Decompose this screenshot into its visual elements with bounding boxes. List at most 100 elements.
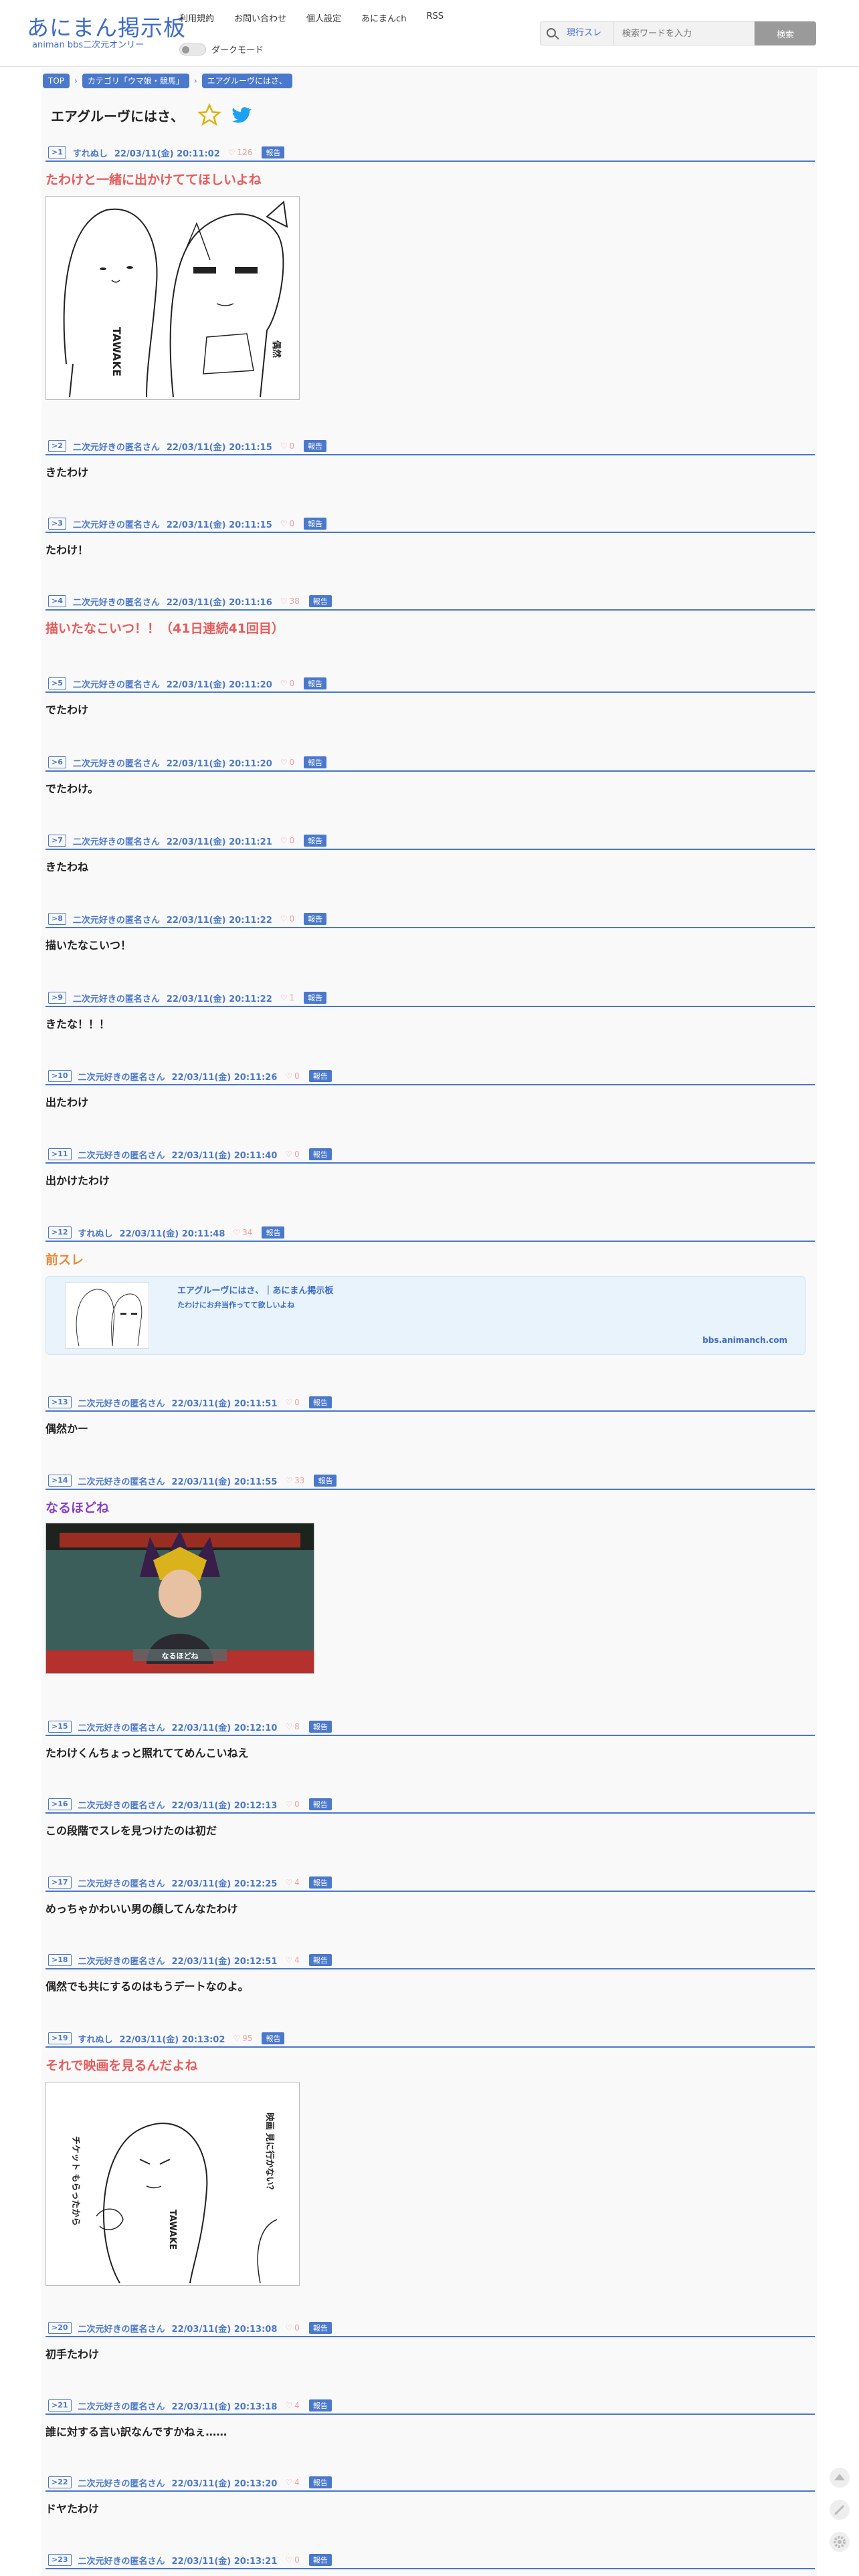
post-date: 22/03/11(金) 20:11:22 [166, 994, 272, 1004]
darkmode-switch[interactable]: ダークモード [179, 43, 264, 56]
nav-terms[interactable]: 利用規約 [179, 11, 214, 24]
report-button[interactable]: 報告 [308, 1721, 332, 1733]
like-button[interactable]: ♡ 0 [285, 1071, 299, 1081]
report-button[interactable]: 報告 [308, 2399, 332, 2411]
report-button[interactable]: 報告 [308, 2476, 332, 2488]
heart-icon: ♡ [280, 679, 288, 688]
report-button[interactable]: 報告 [304, 518, 327, 530]
post-number-link[interactable]: >12 [48, 1226, 72, 1239]
favorite-star-icon[interactable] [197, 103, 221, 127]
post-number-link[interactable]: >22 [48, 2476, 72, 2488]
report-button[interactable]: 報告 [308, 595, 332, 607]
like-button[interactable]: ♡ 4 [285, 1955, 299, 1965]
nav-animanch[interactable]: あにまんch [361, 11, 406, 24]
report-button[interactable]: 報告 [308, 1798, 332, 1810]
search-icon[interactable] [540, 21, 563, 45]
post-number-link[interactable]: >13 [48, 1396, 72, 1408]
search-input[interactable] [614, 21, 755, 45]
like-button[interactable]: ♡ 95 [233, 2034, 252, 2043]
settings-gear-icon[interactable] [830, 2532, 850, 2552]
like-button[interactable]: ♡ 126 [228, 148, 253, 157]
report-button[interactable]: 報告 [308, 1876, 332, 1889]
post-number-link[interactable]: >15 [48, 1721, 72, 1733]
write-post-icon[interactable] [830, 2500, 850, 2520]
post-number-link[interactable]: >6 [48, 756, 66, 768]
report-button[interactable]: 報告 [262, 1226, 285, 1239]
post-number-link[interactable]: >3 [48, 518, 66, 530]
like-button[interactable]: ♡ 0 [285, 1398, 299, 1407]
post-image[interactable]: TAWAKE 偶然 [45, 196, 300, 400]
post-number-link[interactable]: >21 [48, 2399, 72, 2411]
site-logo[interactable]: あにまん掲示板 animan bbs二次元オンリー [27, 16, 186, 51]
darkmode-toggle[interactable] [179, 43, 206, 56]
breadcrumb-thread[interactable]: エアグルーヴにはさ、 [201, 74, 293, 88]
post-number-link[interactable]: >11 [48, 1148, 72, 1160]
post-number-link[interactable]: >20 [48, 2322, 72, 2334]
like-button[interactable]: ♡ 33 [285, 1476, 304, 1485]
report-button[interactable]: 報告 [304, 913, 327, 925]
like-button[interactable]: ♡ 8 [285, 1722, 299, 1731]
like-button[interactable]: ♡ 0 [285, 2555, 299, 2565]
post-number-link[interactable]: >4 [48, 595, 66, 607]
report-button[interactable]: 報告 [308, 1148, 332, 1160]
post-number-link[interactable]: >14 [48, 1475, 72, 1487]
post-image[interactable]: なるほどね [45, 1523, 314, 1674]
post-number-link[interactable]: >9 [48, 992, 66, 1004]
report-button[interactable]: 報告 [262, 146, 285, 158]
nav-contact[interactable]: お問い合わせ [234, 11, 286, 24]
like-button[interactable]: ♡ 0 [280, 519, 294, 528]
search-button[interactable]: 検索 [755, 21, 817, 45]
report-button[interactable]: 報告 [308, 1396, 332, 1408]
like-button[interactable]: ♡ 4 [285, 2478, 299, 2487]
like-button[interactable]: ♡ 0 [280, 914, 294, 924]
logo-title: あにまん掲示板 [27, 15, 186, 41]
like-button[interactable]: ♡ 0 [280, 758, 294, 767]
like-button[interactable]: ♡ 34 [233, 1228, 252, 1237]
post-number-link[interactable]: >16 [48, 1798, 72, 1810]
link-title[interactable]: エアグルーヴにはさ、｜あにまん掲示板 [177, 1283, 333, 1296]
report-button[interactable]: 報告 [304, 756, 327, 768]
breadcrumb-top[interactable]: TOP [43, 74, 70, 88]
report-button[interactable]: 報告 [304, 440, 327, 452]
report-button[interactable]: 報告 [308, 1954, 332, 1966]
like-button[interactable]: ♡ 0 [285, 2323, 299, 2333]
report-button[interactable]: 報告 [304, 677, 327, 689]
post-number-link[interactable]: >2 [48, 440, 66, 452]
post-image[interactable]: チケット もらったから TAWAKE 映画 見に行かない？ [45, 2082, 300, 2286]
link-preview-card[interactable]: エアグルーヴにはさ、｜あにまん掲示板 たわけにお弁当作ってて欲しいよね bbs.… [45, 1276, 805, 1355]
post-number-link[interactable]: >23 [48, 2554, 72, 2566]
post-number-link[interactable]: >7 [48, 835, 66, 847]
post-number-link[interactable]: >1 [48, 146, 66, 158]
like-button[interactable]: ♡ 0 [280, 836, 294, 845]
report-button[interactable]: 報告 [262, 2032, 285, 2044]
nav-settings[interactable]: 個人設定 [306, 11, 341, 24]
post-number-link[interactable]: >18 [48, 1954, 72, 1966]
nav-rss[interactable]: RSS [426, 11, 444, 24]
post-number-link[interactable]: >19 [48, 2032, 72, 2044]
report-button[interactable]: 報告 [308, 1070, 332, 1082]
twitter-share-icon[interactable] [229, 104, 252, 126]
report-button[interactable]: 報告 [308, 2322, 332, 2334]
like-button[interactable]: ♡ 0 [285, 1150, 299, 1159]
like-button[interactable]: ♡ 4 [285, 2401, 299, 2410]
heart-icon: ♡ [280, 441, 288, 451]
report-button[interactable]: 報告 [308, 2554, 332, 2566]
like-count: 0 [294, 1800, 300, 1809]
like-button[interactable]: ♡ 0 [285, 1800, 299, 1809]
like-button[interactable]: ♡ 0 [280, 441, 294, 451]
like-button[interactable]: ♡ 0 [280, 679, 294, 688]
post-number-link[interactable]: >5 [48, 677, 66, 689]
report-button[interactable]: 報告 [314, 1475, 337, 1487]
post-number-link[interactable]: >17 [48, 1876, 72, 1889]
breadcrumb-category[interactable]: カテゴリ「ウマ娘・競馬」 [82, 74, 189, 88]
report-button[interactable]: 報告 [304, 992, 327, 1004]
search-scope-select[interactable]: 現行スレ [563, 21, 615, 45]
post-number-link[interactable]: >8 [48, 913, 66, 925]
like-button[interactable]: ♡ 38 [280, 597, 300, 606]
like-button[interactable]: ♡ 1 [280, 993, 294, 1002]
post-number-link[interactable]: >10 [48, 1070, 72, 1082]
scroll-top-icon[interactable] [830, 2468, 850, 2488]
like-button[interactable]: ♡ 4 [285, 1878, 299, 1887]
heart-icon: ♡ [285, 1800, 293, 1809]
report-button[interactable]: 報告 [304, 835, 327, 847]
